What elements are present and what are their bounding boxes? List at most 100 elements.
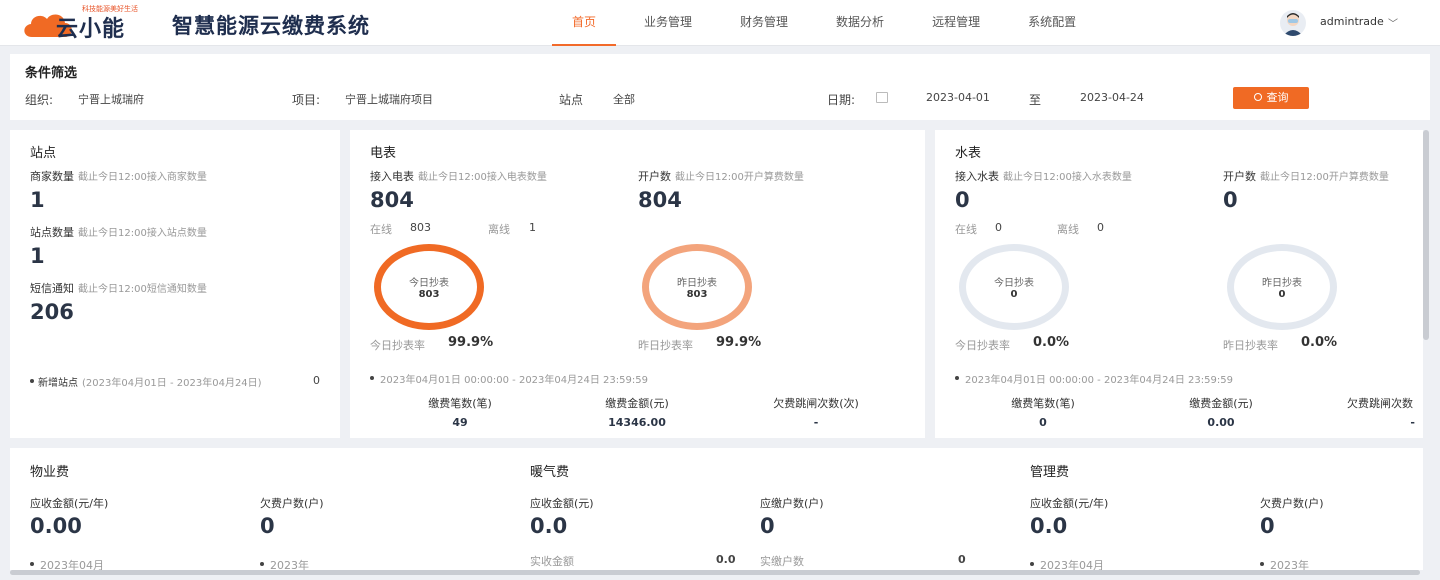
heating-receivable-label: 应收金额(元) [530, 497, 594, 510]
elec-pay-amount-label: 缴费金额(元) [605, 397, 669, 410]
nav-remote[interactable]: 远程管理 [912, 0, 1000, 46]
bullet-dot [370, 376, 374, 380]
station-card-title: 站点 [30, 146, 57, 161]
water-yesterday-value: 0 [1278, 289, 1286, 300]
filter-panel: 条件筛选 组织: 宁晋上城瑞府 项目: 宁晋上城瑞府项目 站点 全部 日期: 2… [10, 54, 1430, 120]
elec-online-label: 在线 [370, 223, 392, 236]
water-today-label: 今日抄表 [994, 278, 1034, 289]
water-pay-count-label: 缴费笔数(笔) [1011, 397, 1075, 410]
property-receivable-value: 0.00 [30, 514, 82, 538]
top-header: 科技能源美好生活 云小能 智慧能源云缴费系统 首页 业务管理 财务管理 数据分析… [0, 0, 1440, 46]
sms-count-label: 短信通知 截止今日12:00短信通知数量 [30, 282, 207, 295]
water-yesterday-label: 昨日抄表 [1262, 278, 1302, 289]
app-title: 智慧能源云缴费系统 [172, 14, 370, 38]
property-receivable-label: 应收金额(元/年) [30, 497, 109, 510]
search-icon [1253, 93, 1262, 101]
water-open-label: 开户数 截止今日12:00开户算费数量 [1223, 170, 1389, 183]
management-fee-title: 管理费 [1030, 465, 1070, 480]
horizontal-scrollbar[interactable] [10, 570, 1420, 575]
water-cut-label: 欠费跳闸次数 [1347, 397, 1413, 410]
water-access-label: 接入水表 截止今日12:00接入水表数量 [955, 170, 1132, 183]
heating-actual-households-label: 实缴户数 [760, 555, 804, 568]
elec-pay-amount-value: 14346.00 [608, 416, 666, 429]
heating-actual-value: 0.0 [716, 553, 736, 566]
water-pay-amount-label: 缴费金额(元) [1189, 397, 1253, 410]
heating-households-label: 应缴户数(户) [760, 497, 824, 510]
bullet-dot [260, 562, 264, 566]
date-label: 日期: [827, 93, 856, 107]
merchant-count-value: 1 [30, 188, 45, 212]
yesterday-reading-label: 昨日抄表 [677, 278, 717, 289]
station-count-label: 站点数量 截止今日12:00接入站点数量 [30, 226, 207, 239]
nav-home[interactable]: 首页 [552, 0, 617, 46]
elec-date-range: 2023年04月01日 00:00:00 - 2023年04月24日 23:59… [380, 375, 648, 386]
heating-actual-households-value: 0 [958, 553, 966, 566]
heating-receivable-value: 0.0 [530, 514, 568, 538]
elec-access-label: 接入电表 截止今日12:00接入电表数量 [370, 170, 547, 183]
water-pay-count-value: 0 [1039, 416, 1047, 429]
water-cut-value: - [1410, 416, 1415, 429]
bullet-dot [30, 379, 34, 383]
water-meter-card: 水表 接入水表 截止今日12:00接入水表数量 0 开户数 截止今日12:00开户算… [935, 130, 1423, 438]
nav-business[interactable]: 业务管理 [624, 0, 712, 46]
station-count-value: 1 [30, 244, 45, 268]
water-pay-amount-value: 0.00 [1207, 416, 1235, 429]
chevron-down-icon[interactable]: ﹀ [1388, 15, 1398, 30]
org-select[interactable]: 宁晋上城瑞府 [78, 91, 144, 107]
elec-open-value: 804 [638, 188, 682, 212]
yesterday-rate-value: 99.9% [716, 335, 762, 350]
new-station-value: 0 [313, 374, 320, 387]
elec-open-label: 开户数 截止今日12:00开户算费数量 [638, 170, 804, 183]
property-fee-title: 物业费 [30, 465, 70, 480]
property-arrears-label: 欠费户数(户) [260, 497, 324, 510]
water-access-value: 0 [955, 188, 970, 212]
org-label: 组织: [25, 93, 54, 107]
nav-settings[interactable]: 系统配置 [1008, 0, 1096, 46]
elec-pay-count-value: 49 [452, 416, 468, 429]
water-today-rate-label: 今日抄表率 [955, 339, 1010, 352]
elec-cut-label: 欠费跳闸次数(次) [773, 397, 859, 410]
elec-offline-label: 离线 [488, 223, 510, 236]
brand-logo[interactable]: 科技能源美好生活 云小能 [22, 5, 150, 42]
vertical-scrollbar[interactable] [1423, 130, 1429, 340]
manage-receivable-value: 0.0 [1030, 514, 1068, 538]
elec-online-value: 803 [410, 221, 431, 234]
manage-range-month: 2023年04月 [1040, 559, 1104, 570]
manage-arrears-value: 0 [1260, 514, 1275, 538]
nav-finance[interactable]: 财务管理 [720, 0, 808, 46]
query-button[interactable]: 查询 [1233, 87, 1309, 109]
avatar[interactable] [1280, 10, 1306, 36]
yesterday-rate-label: 昨日抄表率 [638, 339, 693, 352]
manage-receivable-label: 应收金额(元/年) [1030, 497, 1109, 510]
today-rate-label: 今日抄表率 [370, 339, 425, 352]
water-online-label: 在线 [955, 223, 977, 236]
heating-fee-title: 暖气费 [530, 465, 570, 480]
username[interactable]: admintrade [1320, 15, 1384, 28]
elec-cut-value: - [813, 416, 819, 429]
merchant-count-label: 商家数量 截止今日12:00接入商家数量 [30, 170, 207, 183]
project-label: 项目: [292, 93, 321, 107]
today-reading-value: 803 [418, 289, 440, 300]
elec-offline-value: 1 [529, 221, 536, 234]
date-to-label: 至 [1029, 93, 1042, 107]
electric-card-title: 电表 [370, 146, 397, 161]
date-from-input[interactable]: 2023-04-01 [926, 91, 990, 104]
date-to-input[interactable]: 2023-04-24 [1080, 91, 1144, 104]
nav-analytics[interactable]: 数据分析 [816, 0, 904, 46]
filter-title: 条件筛选 [25, 66, 78, 81]
water-today-value: 0 [1010, 289, 1018, 300]
elec-access-value: 804 [370, 188, 414, 212]
station-label: 站点 [559, 93, 584, 107]
water-offline-label: 离线 [1057, 223, 1079, 236]
water-today-rate-value: 0.0% [1033, 335, 1070, 350]
today-reading-label: 今日抄表 [409, 278, 449, 289]
heating-actual-label: 实收金额 [530, 555, 574, 568]
project-select[interactable]: 宁晋上城瑞府项目 [345, 91, 433, 107]
property-arrears-value: 0 [260, 514, 275, 538]
calendar-icon[interactable] [876, 92, 888, 103]
station-select[interactable]: 全部 [613, 91, 635, 107]
sms-count-value: 206 [30, 300, 74, 324]
brand-logo-text: 云小能 [56, 17, 126, 42]
bullet-dot [30, 562, 34, 566]
water-date-range: 2023年04月01日 00:00:00 - 2023年04月24日 23:59… [965, 375, 1233, 386]
